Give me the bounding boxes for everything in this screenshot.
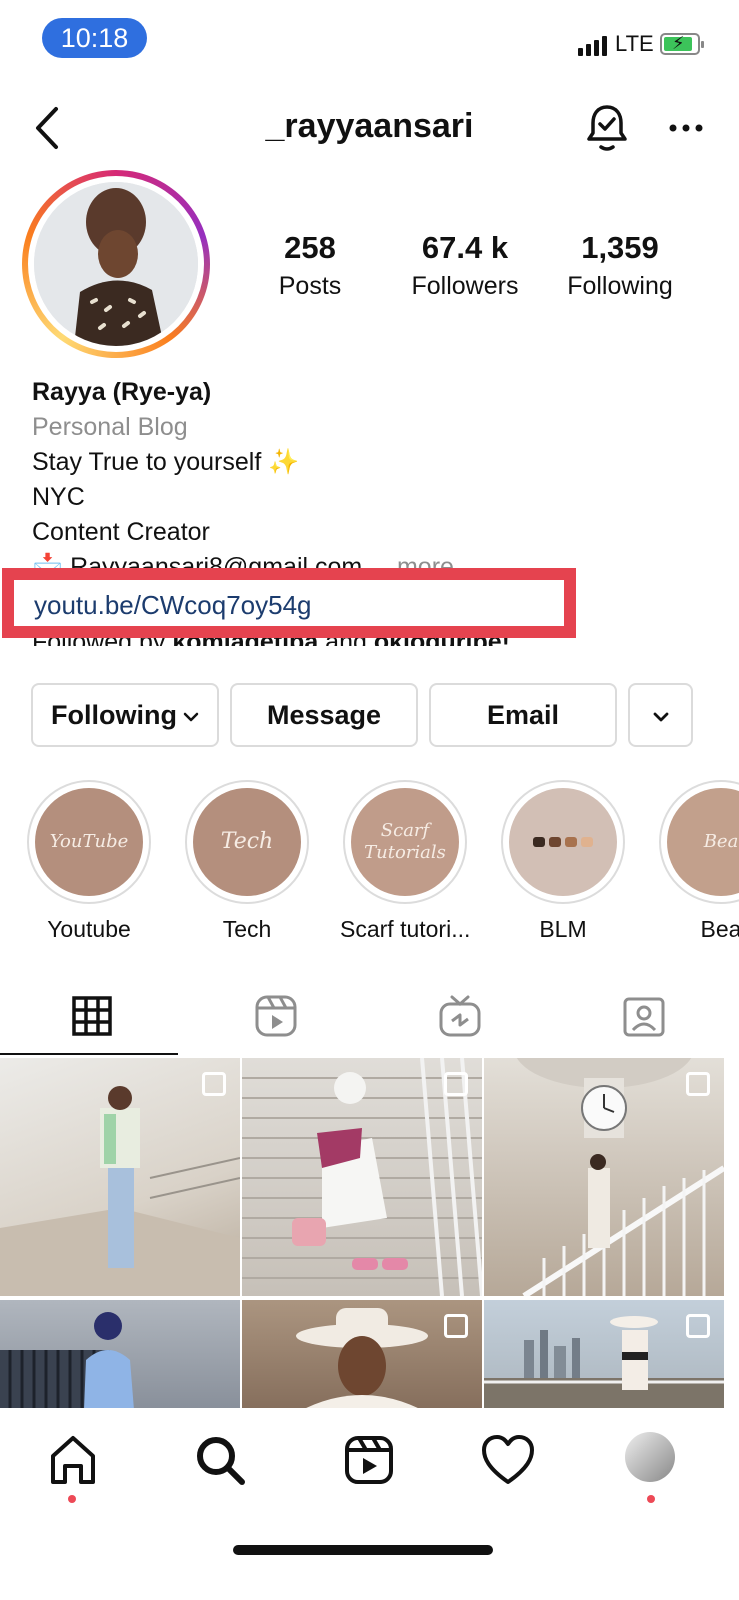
- email-button[interactable]: Email: [429, 683, 617, 747]
- stat-following[interactable]: 1,359 Following: [540, 230, 700, 301]
- stat-label: Followers: [411, 272, 519, 300]
- bell-check-icon[interactable]: [585, 103, 629, 153]
- home-indicator: [233, 1545, 493, 1555]
- stat-label: Posts: [278, 272, 342, 300]
- posts-grid: [0, 1058, 739, 1408]
- post-thumbnail[interactable]: [0, 1058, 240, 1296]
- post-thumbnail[interactable]: [242, 1058, 482, 1296]
- highlight-cover: Tech: [193, 788, 301, 896]
- story-highlights: YouTube Youtube Tech Tech Scarf Tutorial…: [0, 780, 739, 950]
- bio-line: Content Creator: [32, 518, 210, 546]
- reels-icon: [255, 995, 297, 1037]
- notification-dot: [68, 1495, 76, 1503]
- profile-header: _rayyaansari: [0, 95, 739, 165]
- profile-category: Personal Blog: [32, 413, 188, 441]
- post-thumbnail[interactable]: [0, 1300, 240, 1408]
- grid-icon: [72, 996, 112, 1036]
- bio-line: NYC: [32, 483, 85, 511]
- profile-name: Rayya (Rye-ya): [32, 378, 212, 406]
- active-tab-indicator: [0, 1053, 178, 1055]
- profile-avatar[interactable]: [625, 1432, 675, 1482]
- story-ring[interactable]: [22, 170, 210, 358]
- heart-icon[interactable]: [478, 1430, 538, 1490]
- post-thumbnail[interactable]: [242, 1300, 482, 1408]
- notification-dot: [647, 1495, 655, 1503]
- status-time: 10:18: [42, 18, 147, 58]
- chevron-down-icon: [183, 712, 199, 722]
- stat-followers[interactable]: 67.4 k Followers: [385, 230, 545, 301]
- tab-tagged[interactable]: [552, 975, 736, 1057]
- highlight-bea[interactable]: Bea Bea: [656, 780, 739, 943]
- tab-igtv[interactable]: [368, 975, 552, 1057]
- stat-value: 1,359: [581, 230, 659, 265]
- highlight-tech[interactable]: Tech Tech: [182, 780, 312, 943]
- ellipsis-icon[interactable]: [668, 123, 704, 133]
- following-button[interactable]: Following: [31, 683, 219, 747]
- following-button-label: Following: [51, 700, 177, 730]
- chevron-down-icon: [653, 712, 668, 722]
- battery-icon: ⚡: [660, 33, 704, 55]
- post-thumbnail[interactable]: [484, 1058, 724, 1296]
- igtv-icon: [439, 995, 481, 1037]
- highlight-label: Tech: [222, 916, 272, 942]
- suggested-dropdown-button[interactable]: [628, 683, 693, 747]
- profile-avatar: [34, 182, 198, 346]
- highlight-scarf-tutorials[interactable]: Scarf Tutorials Scarf tutori...: [340, 780, 470, 943]
- network-label: LTE: [615, 31, 654, 56]
- stat-label: Following: [567, 272, 673, 300]
- home-icon[interactable]: [43, 1430, 103, 1490]
- tagged-icon: [623, 997, 665, 1037]
- search-icon[interactable]: [190, 1430, 250, 1490]
- multiple-posts-icon: [686, 1314, 710, 1338]
- stat-value: 258: [284, 230, 336, 265]
- highlight-blm[interactable]: BLM: [498, 780, 628, 943]
- highlight-label: Youtube: [47, 916, 131, 942]
- highlight-youtube[interactable]: YouTube Youtube: [24, 780, 154, 943]
- multiple-posts-icon: [444, 1072, 468, 1096]
- profile-actions: Following Message Email: [31, 683, 711, 747]
- tab-reels[interactable]: [184, 975, 368, 1057]
- multiple-posts-icon: [686, 1072, 710, 1096]
- status-bar: 10:18 LTE ⚡: [0, 0, 739, 80]
- annotation-highlight-box: youtu.be/CWcoq7oy54g: [2, 568, 576, 638]
- reels-icon[interactable]: [339, 1430, 399, 1490]
- profile-stats: 258 Posts 67.4 k Followers 1,359 Followi…: [230, 230, 730, 310]
- profile-bio: Rayya (Rye-ya) Personal Blog Stay True t…: [32, 375, 712, 572]
- stat-value: 67.4 k: [421, 230, 509, 265]
- hands-icon: [533, 837, 593, 847]
- highlight-cover: [509, 788, 617, 896]
- highlight-cover: Bea: [667, 788, 739, 896]
- highlight-label: Bea: [700, 916, 739, 942]
- highlight-cover: YouTube: [35, 788, 143, 896]
- stat-posts[interactable]: 258 Posts: [230, 230, 390, 301]
- profile-tabs: [0, 975, 739, 1057]
- signal-icon: [578, 34, 608, 56]
- bio-link[interactable]: youtu.be/CWcoq7oy54g: [34, 590, 312, 621]
- bio-line: Stay True to yourself ✨: [32, 448, 300, 476]
- bottom-nav: [0, 1408, 739, 1600]
- multiple-posts-icon: [444, 1314, 468, 1338]
- tab-grid[interactable]: [0, 975, 184, 1057]
- multiple-posts-icon: [202, 1072, 226, 1096]
- message-button[interactable]: Message: [230, 683, 418, 747]
- highlight-label: Scarf tutori...: [340, 916, 471, 942]
- highlight-label: BLM: [539, 916, 587, 942]
- post-thumbnail[interactable]: [484, 1300, 724, 1408]
- highlight-cover: Scarf Tutorials: [351, 788, 459, 896]
